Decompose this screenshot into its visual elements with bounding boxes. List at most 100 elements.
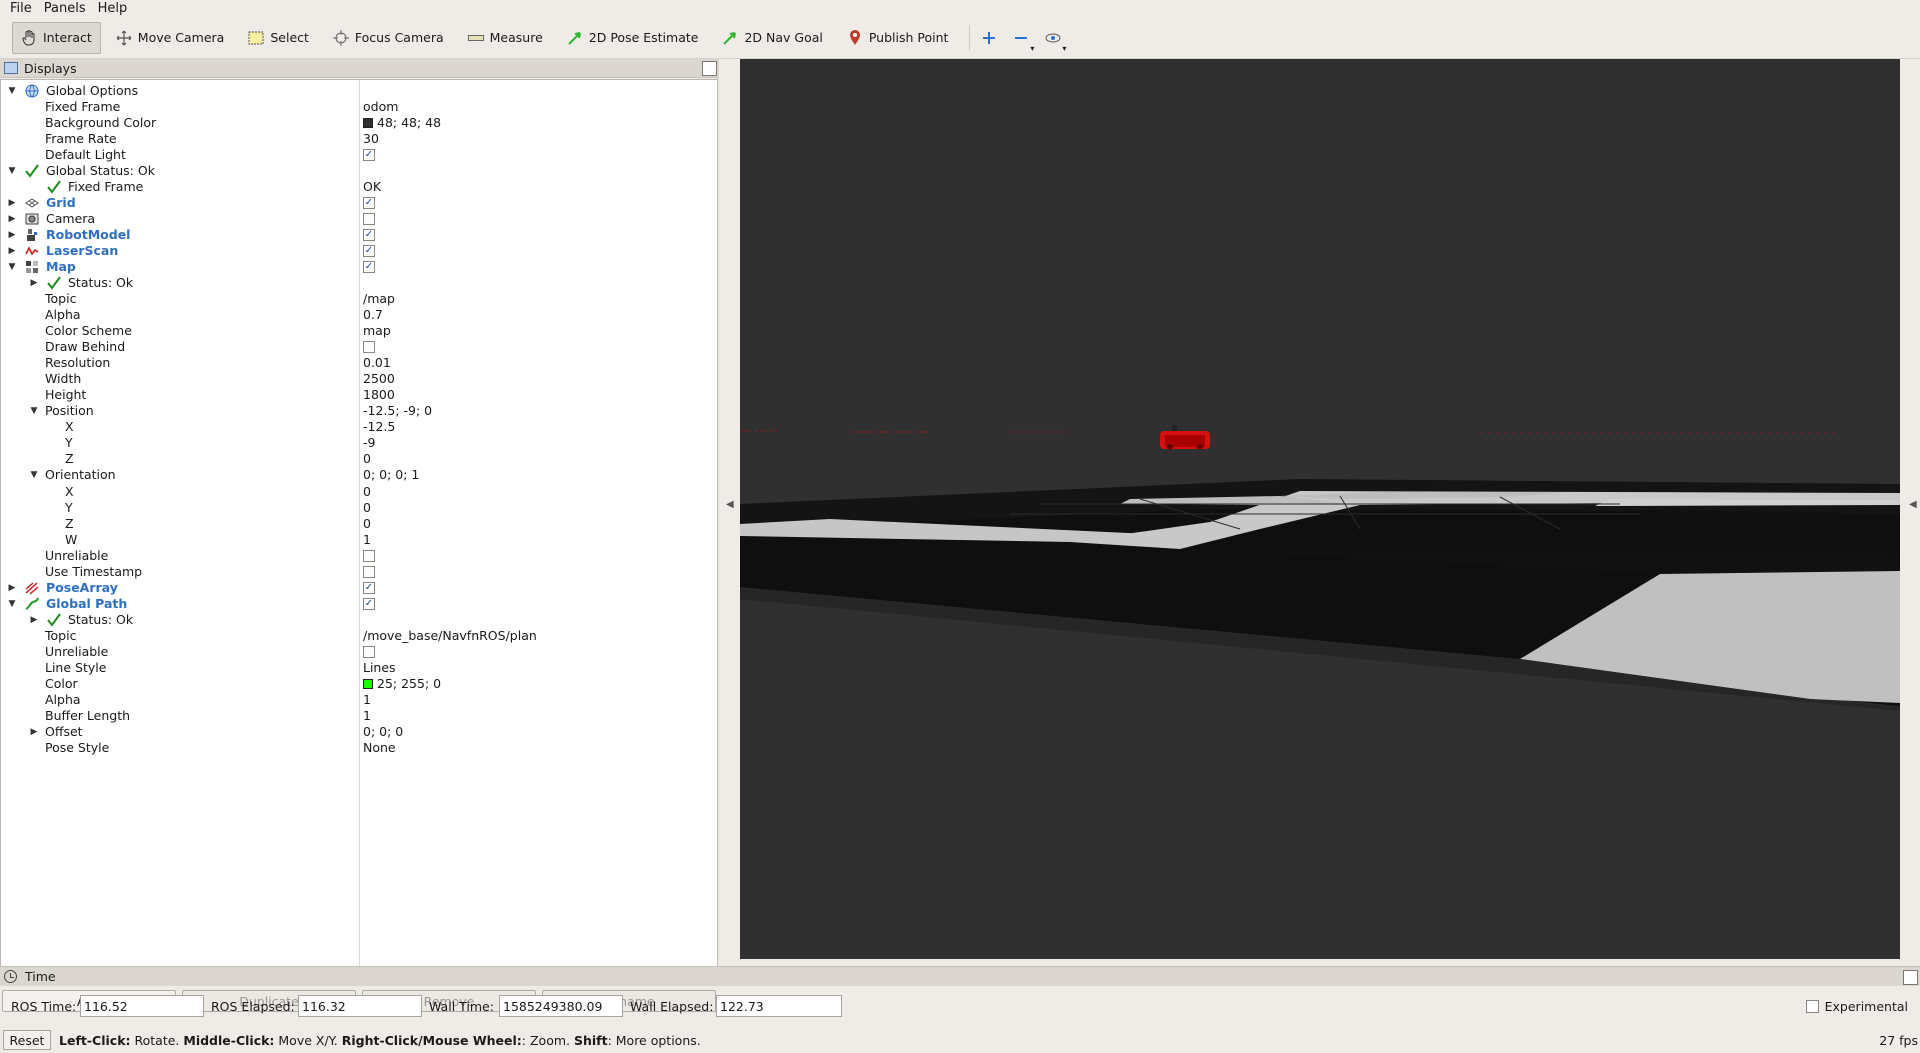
tree-row-value[interactable]: 48; 48; 48	[363, 115, 441, 131]
tree-row[interactable]: Alpha 1	[1, 692, 717, 708]
menu-file[interactable]: File	[4, 1, 38, 16]
tree-row-value[interactable]: 1800	[363, 387, 395, 403]
tree-row-value[interactable]: 1	[363, 708, 371, 724]
tree-row[interactable]: ▼ Position -12.5; -9; 0	[1, 403, 717, 419]
expanded-arrow-icon[interactable]: ▼	[7, 596, 17, 612]
checkbox-checked[interactable]: ✓	[363, 261, 375, 274]
tree-row[interactable]: ▼ Global Options	[1, 83, 717, 99]
tree-row-value[interactable]: 0.01	[363, 355, 391, 371]
checkbox-checked[interactable]: ✓	[363, 149, 375, 162]
menu-panels[interactable]: Panels	[38, 1, 92, 16]
tree-row[interactable]: Pose Style None	[1, 740, 717, 756]
tree-row[interactable]: ▼ Global Status: Ok	[1, 163, 717, 179]
tree-row[interactable]: ▶ Camera	[1, 211, 717, 227]
checkbox-checked[interactable]: ✓	[363, 597, 375, 610]
collapsed-arrow-icon[interactable]: ▶	[29, 612, 39, 628]
tree-row[interactable]: X -12.5	[1, 419, 717, 435]
tree-row-value[interactable]: odom	[363, 99, 398, 115]
tree-row[interactable]: ▶ Grid ✓	[1, 195, 717, 211]
checkbox-unchecked[interactable]	[363, 565, 375, 578]
collapsed-arrow-icon[interactable]: ▶	[29, 275, 39, 291]
checkbox-checked[interactable]: ✓	[363, 245, 375, 258]
tree-row[interactable]: Color Scheme map	[1, 323, 717, 339]
tree-row[interactable]: Fixed Frame odom	[1, 99, 717, 115]
move-camera-tool-button[interactable]: Move Camera	[107, 22, 234, 54]
collapsed-arrow-icon[interactable]: ▶	[7, 227, 17, 243]
tree-row[interactable]: Height 1800	[1, 387, 717, 403]
add-tool-button[interactable]	[976, 25, 1002, 51]
collapsed-arrow-icon[interactable]: ▶	[7, 243, 17, 259]
measure-tool-button[interactable]: Measure	[459, 22, 552, 54]
tree-row-value[interactable]: -12.5	[363, 419, 395, 435]
tree-row[interactable]: Z0	[1, 516, 717, 532]
tree-row[interactable]: ▶ PoseArray ✓	[1, 580, 717, 596]
checkbox-checked[interactable]: ✓	[363, 581, 375, 594]
tree-row[interactable]: Width 2500	[1, 371, 717, 387]
tree-row[interactable]: Topic/map	[1, 291, 717, 307]
tree-row-value[interactable]: 25; 255; 0	[363, 676, 441, 692]
interact-tool-button[interactable]: Interact	[12, 21, 101, 54]
tree-row[interactable]: W1	[1, 532, 717, 548]
collapsed-arrow-icon[interactable]: ▶	[7, 211, 17, 227]
ros-time-field[interactable]: 116.52	[80, 995, 204, 1017]
tree-row-value[interactable]: -9	[363, 435, 375, 451]
tree-row-value[interactable]: 0; 0; 0	[363, 724, 403, 740]
undock-button[interactable]	[1903, 970, 1918, 985]
ros-elapsed-field[interactable]: 116.32	[298, 995, 422, 1017]
reset-button[interactable]: Reset	[3, 1030, 51, 1050]
tree-row[interactable]: Fixed Frame OK	[1, 179, 717, 195]
tree-row[interactable]: Resolution 0.01	[1, 355, 717, 371]
tree-row[interactable]: Color 25; 255; 0	[1, 676, 717, 692]
tree-row[interactable]: Z0	[1, 451, 717, 467]
tree-row[interactable]: Background Color 48; 48; 48	[1, 115, 717, 131]
tree-row[interactable]: Draw Behind	[1, 339, 717, 355]
tree-row-value[interactable]: /map	[363, 291, 395, 307]
checkbox-checked[interactable]: ✓	[363, 197, 375, 210]
tree-row-value[interactable]: map	[363, 323, 391, 339]
tree-row-value[interactable]: 0	[363, 484, 371, 500]
collapsed-arrow-icon[interactable]: ▶	[7, 195, 17, 211]
expanded-arrow-icon[interactable]: ▼	[7, 83, 17, 99]
tree-row[interactable]: ▶ Status: Ok	[1, 275, 717, 291]
tree-row-value[interactable]: 1	[363, 532, 371, 548]
tree-row[interactable]: Unreliable	[1, 548, 717, 564]
tree-row[interactable]: ▼ Global Path ✓	[1, 596, 717, 612]
tree-row[interactable]: ▶ Offset 0; 0; 0	[1, 724, 717, 740]
tree-row[interactable]: Buffer Length 1	[1, 708, 717, 724]
tree-row-value[interactable]: /move_base/NavfnROS/plan	[363, 628, 537, 644]
tree-row[interactable]: Unreliable	[1, 644, 717, 660]
tree-row[interactable]: ▶ RobotModel ✓	[1, 227, 717, 243]
tree-row-value[interactable]: 0	[363, 451, 371, 467]
wall-elapsed-field[interactable]: 122.73	[716, 995, 842, 1017]
tree-row[interactable]: Frame Rate 30	[1, 131, 717, 147]
tree-row-value[interactable]: OK	[363, 179, 381, 195]
select-tool-button[interactable]: Select	[239, 22, 318, 54]
expanded-arrow-icon[interactable]: ▼	[29, 467, 39, 483]
tree-row-value[interactable]: 30	[363, 131, 379, 147]
checkbox-unchecked[interactable]	[363, 341, 375, 354]
checkbox-unchecked[interactable]	[363, 213, 375, 226]
view-options-button[interactable]: ▾	[1040, 25, 1066, 53]
checkbox-unchecked[interactable]	[363, 549, 375, 562]
3d-viewport[interactable]	[740, 59, 1900, 959]
expanded-arrow-icon[interactable]: ▼	[29, 403, 39, 419]
collapse-left-icon[interactable]: ◀	[726, 499, 734, 510]
tree-row-value[interactable]: 2500	[363, 371, 395, 387]
tree-row-value[interactable]: 0	[363, 500, 371, 516]
collapsed-arrow-icon[interactable]: ▶	[7, 580, 17, 596]
tree-row[interactable]: ▼ Orientation 0; 0; 0; 1	[1, 467, 717, 483]
collapsed-arrow-icon[interactable]: ▶	[29, 724, 39, 740]
tree-row[interactable]: Alpha 0.7	[1, 307, 717, 323]
experimental-checkbox[interactable]: Experimental	[1805, 999, 1908, 1014]
tree-row[interactable]: Default Light ✓	[1, 147, 717, 163]
tree-row-value[interactable]: 0	[363, 516, 371, 532]
tree-row-value[interactable]: -12.5; -9; 0	[363, 403, 432, 419]
wall-time-field[interactable]: 1585249380.09	[499, 995, 623, 1017]
expanded-arrow-icon[interactable]: ▼	[7, 259, 17, 275]
tree-row[interactable]: Use Timestamp	[1, 564, 717, 580]
displays-tree[interactable]: ▼ Global Options Fixed Frame odom Background…	[0, 79, 718, 980]
undock-button[interactable]	[702, 61, 717, 76]
tree-row[interactable]: ▶ Status: Ok	[1, 612, 717, 628]
tree-row[interactable]: Y0	[1, 500, 717, 516]
tree-row[interactable]: Y -9	[1, 435, 717, 451]
